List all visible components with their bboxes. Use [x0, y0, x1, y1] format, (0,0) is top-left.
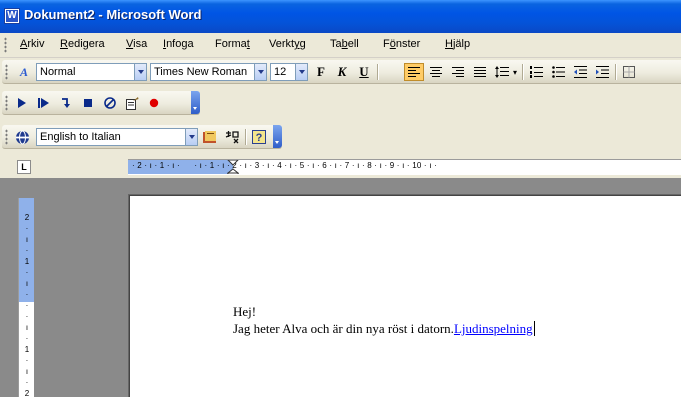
- menubar-grip[interactable]: [4, 37, 7, 53]
- tab-selector-button[interactable]: L: [17, 160, 31, 174]
- bold-button[interactable]: F: [311, 63, 331, 81]
- ljudinspelning-link[interactable]: Ljudinspelning: [454, 321, 533, 336]
- help-icon[interactable]: ?: [249, 128, 269, 146]
- text-cursor: [533, 321, 535, 336]
- play-icon[interactable]: [12, 94, 32, 112]
- vertical-ruler-numbers: 2 · ı · 1 · ı · · · ı · 1 · ı · 2: [23, 212, 31, 397]
- toolbar-separator: [245, 129, 247, 145]
- vertical-ruler-tick: 1: [24, 257, 30, 266]
- document-page[interactable]: Hej! Jag heter Alva och är din nya röst …: [129, 195, 681, 397]
- document-line-intro: Jag heter Alva och är din nya röst i dat…: [233, 320, 535, 337]
- step-into-icon[interactable]: [56, 94, 76, 112]
- menu-tabell[interactable]: Tabell: [330, 38, 359, 50]
- menu-format[interactable]: Format: [215, 38, 250, 50]
- align-left-icon[interactable]: [404, 63, 424, 81]
- numbering-icon[interactable]: [526, 63, 546, 81]
- menu-hjalp[interactable]: Hjälp: [445, 38, 470, 50]
- menu-visa[interactable]: Visa: [126, 38, 147, 50]
- vertical-ruler-tick: ·: [25, 224, 29, 233]
- translation-language-dropdown-arrow[interactable]: [185, 128, 198, 146]
- title-bar[interactable]: W Dokument2 - Microsoft Word: [0, 0, 681, 33]
- ruler-bar: L · 2 · ı · 1 · ı · · ı · 1 · ı · 2 · ı …: [0, 154, 681, 178]
- horizontal-ruler[interactable]: · 2 · ı · 1 · ı · · ı · 1 · ı · 2 · ı · …: [128, 159, 681, 175]
- vertical-ruler-tick: ·: [25, 356, 29, 365]
- word-window: W Dokument2 - Microsoft Word Arkiv Redig…: [0, 0, 681, 397]
- font-dropdown-arrow[interactable]: [254, 63, 267, 81]
- toolbar-options-chevron[interactable]: [191, 91, 200, 114]
- document-text[interactable]: Hej! Jag heter Alva och är din nya röst …: [233, 303, 535, 337]
- vertical-ruler-tick: ı: [25, 279, 29, 288]
- vertical-ruler-tick: ı: [25, 323, 29, 332]
- align-right-icon[interactable]: [448, 63, 468, 81]
- toolbar-grip[interactable]: [5, 95, 8, 111]
- style-combo[interactable]: Normal: [36, 63, 136, 81]
- document-intro-text: Jag heter Alva och är din nya röst i dat…: [233, 321, 454, 336]
- translation-toolbar: English to Italian ?: [2, 125, 282, 149]
- font-size-combo[interactable]: 12: [270, 63, 296, 81]
- menu-redigera[interactable]: Redigera: [60, 38, 105, 50]
- style-dropdown-arrow[interactable]: [134, 63, 147, 81]
- menu-verktyg[interactable]: Verktyg: [269, 38, 306, 50]
- toolbar-separator: [377, 64, 379, 80]
- stop-icon[interactable]: [78, 94, 98, 112]
- translate-characters-icon[interactable]: [222, 128, 242, 146]
- menu-fonster[interactable]: Fönster: [383, 38, 420, 50]
- vertical-ruler-tick: ·: [25, 378, 29, 387]
- word-app-icon[interactable]: W: [4, 8, 20, 24]
- vertical-ruler-tick: ı: [25, 235, 29, 244]
- playback-toolbar: [2, 91, 200, 115]
- font-size-dropdown-arrow[interactable]: [295, 63, 308, 81]
- vertical-ruler-tick: 2: [24, 389, 30, 397]
- translate-globe-icon[interactable]: [12, 128, 32, 146]
- increase-indent-icon[interactable]: [592, 63, 612, 81]
- vertical-ruler-tick: ·: [25, 334, 29, 343]
- styles-pane-icon[interactable]: A: [14, 63, 34, 81]
- bullets-icon[interactable]: [548, 63, 568, 81]
- toolbar-separator: [522, 64, 524, 80]
- decrease-indent-icon[interactable]: [570, 63, 590, 81]
- vertical-ruler-tick: ı: [25, 367, 29, 376]
- properties-icon[interactable]: [122, 94, 142, 112]
- window-title: Dokument2 - Microsoft Word: [24, 7, 202, 22]
- justify-icon[interactable]: [470, 63, 490, 81]
- dictionary-book-icon[interactable]: [200, 128, 220, 146]
- play-from-start-icon[interactable]: [34, 94, 54, 112]
- toolbar-separator: [615, 64, 617, 80]
- document-line-greeting: Hej!: [233, 304, 257, 319]
- formatting-toolbar: A Normal Times New Roman 12 F K U ▾: [2, 60, 681, 84]
- toolbar-grip[interactable]: [5, 129, 8, 145]
- toolbar-options-chevron[interactable]: [273, 125, 282, 148]
- font-combo[interactable]: Times New Roman: [150, 63, 256, 81]
- align-center-icon[interactable]: [426, 63, 446, 81]
- vertical-ruler-tick: ·: [25, 312, 29, 321]
- vertical-ruler-tick: ·: [25, 246, 29, 255]
- vertical-ruler-tick: ·: [25, 290, 29, 299]
- cancel-icon[interactable]: [100, 94, 120, 112]
- line-spacing-icon[interactable]: [492, 63, 512, 81]
- vertical-ruler-tick: ·: [25, 268, 29, 277]
- toolbar-grip[interactable]: [5, 64, 8, 80]
- vertical-ruler[interactable]: 2 · ı · 1 · ı · · · ı · 1 · ı · 2: [18, 198, 34, 397]
- underline-button[interactable]: U: [354, 63, 374, 81]
- formatting-toolbar-row: A Normal Times New Roman 12 F K U ▾: [0, 58, 681, 86]
- menu-infoga[interactable]: Infoga: [163, 38, 194, 50]
- translation-toolbar-row: English to Italian ?: [0, 122, 681, 152]
- italic-button[interactable]: K: [332, 63, 352, 81]
- translation-language-combo[interactable]: English to Italian: [36, 128, 186, 146]
- record-icon[interactable]: [144, 94, 164, 112]
- document-area: 2 · ı · 1 · ı · · · ı · 1 · ı · 2 Hej! Jag heter Alva oc…: [0, 178, 681, 397]
- menu-arkiv[interactable]: Arkiv: [20, 38, 44, 50]
- svg-text:?: ?: [256, 132, 263, 144]
- menu-bar: Arkiv Redigera Visa Infoga Format Verkty…: [0, 33, 681, 58]
- borders-icon[interactable]: [619, 63, 639, 81]
- line-spacing-dropdown-icon[interactable]: ▾: [510, 63, 520, 81]
- vertical-ruler-tick: ·: [25, 301, 29, 310]
- vertical-ruler-tick: 2: [24, 213, 30, 222]
- indent-marker-icon[interactable]: [227, 160, 239, 175]
- ruler-numbers: · 2 · ı · 1 · ı · · ı · 1 · ı · 2 · ı · …: [132, 161, 437, 170]
- vertical-ruler-tick: 1: [24, 345, 30, 354]
- playback-toolbar-row: [0, 88, 681, 118]
